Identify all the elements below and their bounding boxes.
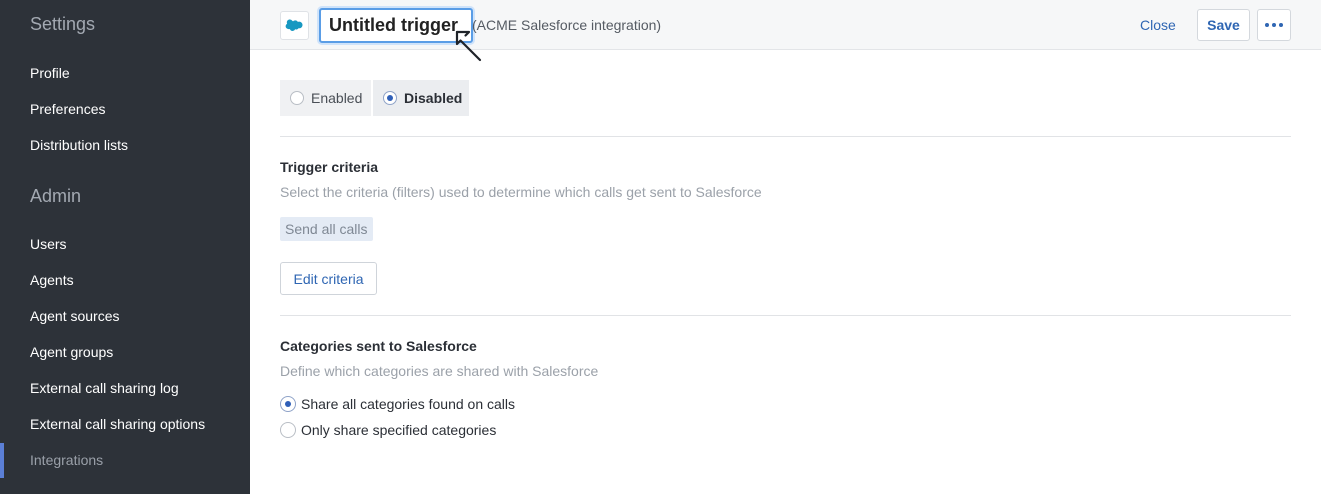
edit-criteria-button[interactable]: Edit criteria xyxy=(280,262,377,295)
sidebar-item-profile[interactable]: Profile xyxy=(30,65,70,81)
sidebar-heading-admin: Admin xyxy=(30,186,82,206)
salesforce-cloud-icon xyxy=(280,11,309,40)
share-specified-radio[interactable] xyxy=(280,422,296,438)
save-button[interactable]: Save xyxy=(1197,9,1250,41)
trigger-criteria-description: Select the criteria (filters) used to de… xyxy=(280,184,762,200)
disabled-label: Disabled xyxy=(404,90,463,106)
categories-title: Categories sent to Salesforce xyxy=(280,338,477,354)
section-divider xyxy=(280,315,1291,316)
sidebar-item-integrations[interactable]: Integrations xyxy=(30,452,103,468)
share-specified-label: Only share specified categories xyxy=(301,422,497,438)
more-options-button[interactable] xyxy=(1257,9,1291,41)
trigger-header: (ACME Salesforce integration) Close Save xyxy=(250,0,1321,62)
enabled-radio[interactable] xyxy=(290,91,304,105)
sidebar-active-indicator xyxy=(0,443,4,478)
sidebar-item-agents[interactable]: Agents xyxy=(30,272,74,288)
criteria-tag: Send all calls xyxy=(280,217,373,241)
close-button[interactable]: Close xyxy=(1140,17,1176,33)
section-divider xyxy=(280,136,1291,137)
disabled-radio[interactable] xyxy=(383,91,397,105)
sidebar-item-external-call-sharing-options[interactable]: External call sharing options xyxy=(30,416,205,432)
trigger-criteria-title: Trigger criteria xyxy=(280,159,379,175)
sidebar-item-users[interactable]: Users xyxy=(30,236,67,252)
share-all-radio[interactable] xyxy=(280,396,296,412)
sidebar-item-distribution-lists[interactable]: Distribution lists xyxy=(30,137,128,153)
sidebar-item-preferences[interactable]: Preferences xyxy=(30,101,105,117)
share-specified-categories-option[interactable]: Only share specified categories xyxy=(280,422,496,438)
trigger-name-input[interactable] xyxy=(319,8,473,43)
sidebar-item-external-call-sharing-log[interactable]: External call sharing log xyxy=(30,380,179,396)
sidebar-item-agent-sources[interactable]: Agent sources xyxy=(30,308,120,324)
categories-description: Define which categories are shared with … xyxy=(280,363,599,379)
sidebar-heading-settings: Settings xyxy=(30,14,96,34)
sidebar: Settings Profile Preferences Distributio… xyxy=(0,0,250,494)
main-content: (ACME Salesforce integration) Close Save… xyxy=(250,0,1321,494)
enabled-label: Enabled xyxy=(311,90,363,106)
share-all-label: Share all categories found on calls xyxy=(301,396,516,412)
status-disabled-option[interactable]: Disabled xyxy=(373,80,469,116)
sidebar-item-agent-groups[interactable]: Agent groups xyxy=(30,344,113,360)
more-dot xyxy=(1272,23,1276,27)
integration-label: (ACME Salesforce integration) xyxy=(472,17,662,33)
mouse-cursor-icon xyxy=(455,30,482,62)
more-dot xyxy=(1279,23,1283,27)
status-enabled-option[interactable]: Enabled xyxy=(280,80,371,116)
more-horizontal-icon xyxy=(1265,23,1269,27)
share-all-categories-option[interactable]: Share all categories found on calls xyxy=(280,396,515,412)
